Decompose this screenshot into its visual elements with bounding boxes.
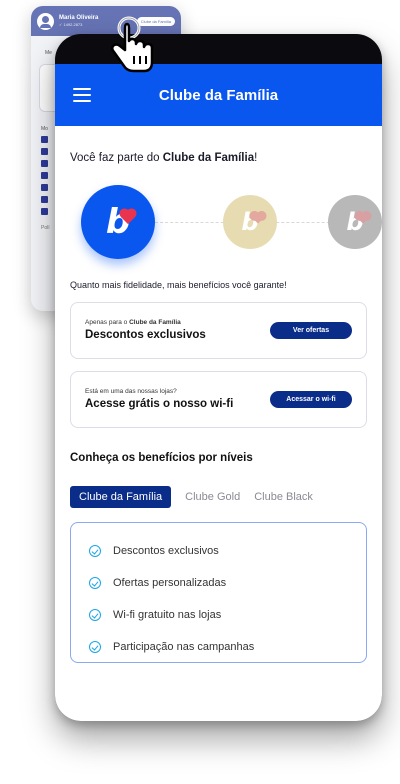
list-item: Participação nas campanhas	[89, 631, 352, 663]
tab-clube-black[interactable]: Clube Black	[254, 491, 313, 503]
check-circle-icon	[89, 545, 101, 557]
offer-card-wifi: Está em uma das nossas lojas? Acesse grá…	[70, 371, 367, 428]
hamburger-menu-icon[interactable]	[73, 88, 91, 102]
list-item: Descontos exclusivos	[89, 535, 352, 567]
benefit-label: Ofertas personalizadas	[113, 577, 227, 589]
offer-card-discounts: Apenas para o Clube da Família Descontos…	[70, 302, 367, 359]
phone-frame: Clube da Família Você faz parte do Clube…	[55, 34, 382, 721]
club-name: Clube da Família	[162, 152, 255, 164]
benefit-label: Participação nas campanhas	[113, 641, 255, 653]
check-circle-icon	[89, 641, 101, 653]
menu-item-icon	[41, 172, 48, 179]
menu-item-icon	[41, 136, 48, 143]
level-family-badge: b	[81, 185, 155, 259]
menu-item-icon	[41, 208, 48, 215]
offer-subtitle: Está em uma das nossas lojas?	[85, 387, 177, 395]
menu-item-icon	[41, 148, 48, 155]
access-wifi-button[interactable]: Acessar o wi-fi	[270, 391, 352, 408]
offer-title: Descontos exclusivos	[85, 329, 206, 342]
loyalty-tagline: Quanto mais fidelidade, mais benefícios …	[70, 280, 287, 290]
tap-hand-icon	[110, 16, 154, 73]
benefit-label: Descontos exclusivos	[113, 545, 219, 557]
loyalty-levels: b b b	[70, 176, 382, 272]
level-gold-badge: b	[223, 195, 277, 249]
benefit-label: Wi-fi gratuito nas lojas	[113, 609, 222, 621]
menu-item-icon	[41, 184, 48, 191]
list-item: Wi-fi gratuito nas lojas	[89, 599, 352, 631]
background-user-name: Maria Oliveira	[59, 15, 99, 21]
offer-subtitle: Apenas para o Clube da Família	[85, 318, 181, 326]
membership-intro: Você faz parte do Clube da Família!	[70, 152, 258, 164]
app-screen: Clube da Família Você faz parte do Clube…	[55, 64, 382, 721]
tab-clube-gold[interactable]: Clube Gold	[185, 491, 240, 503]
list-item: Ofertas personalizadas	[89, 567, 352, 599]
benefits-list: Descontos exclusivos Ofertas personaliza…	[70, 522, 367, 663]
benefits-section-title: Conheça os benefícios por níveis	[70, 452, 253, 464]
menu-item-icon	[41, 160, 48, 167]
level-black-badge: b	[328, 195, 382, 249]
page-title: Clube da Família	[158, 86, 279, 104]
check-circle-icon	[89, 609, 101, 621]
view-offers-button[interactable]: Ver ofertas	[270, 322, 352, 339]
menu-item-icon	[41, 196, 48, 203]
avatar-icon	[37, 12, 54, 30]
tab-clube-da-familia[interactable]: Clube da Família	[70, 486, 172, 508]
level-tabs: Clube da Família Clube Gold Clube Black	[70, 486, 367, 508]
background-user-sub: ✓ 1492.2873	[59, 22, 83, 27]
offer-title: Acesse grátis o nosso wi-fi	[85, 398, 234, 411]
check-circle-icon	[89, 577, 101, 589]
